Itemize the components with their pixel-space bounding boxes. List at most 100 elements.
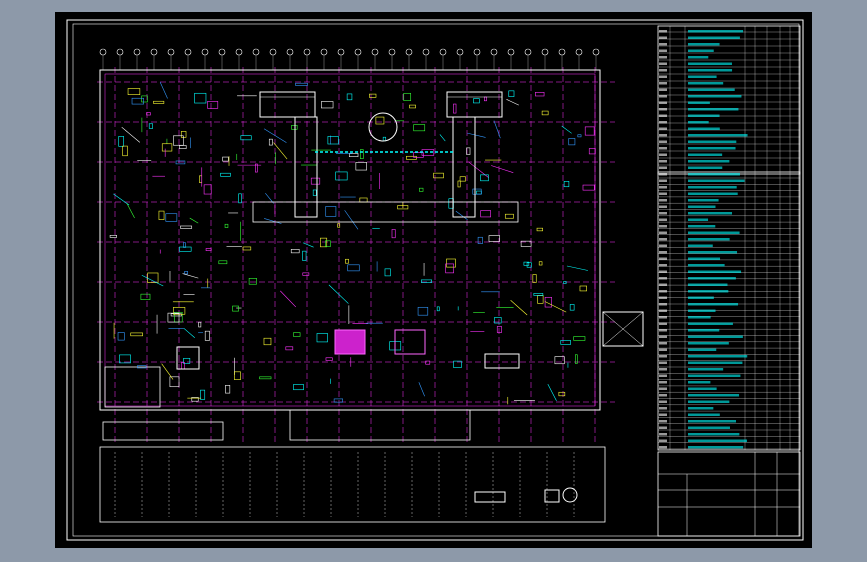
bom-text-block — [688, 342, 729, 345]
bom-text-block — [688, 407, 714, 410]
equipment-symbol — [582, 184, 595, 191]
equipment-symbol — [536, 227, 543, 232]
equipment-symbol — [203, 184, 212, 195]
pipe-segment — [302, 242, 314, 248]
bom-text-block — [659, 192, 667, 195]
equipment-symbol — [347, 264, 360, 272]
bom-text-block — [659, 82, 667, 85]
bom-text-block — [659, 355, 667, 358]
bom-text-block — [659, 101, 667, 104]
equipment-symbol — [538, 261, 543, 266]
equipment-symbol — [141, 95, 148, 103]
equipment-symbol — [584, 126, 595, 136]
bom-text-block — [688, 95, 742, 98]
equipment-symbol — [369, 93, 377, 98]
bom-text-block — [688, 394, 740, 397]
equipment-symbol — [179, 145, 187, 149]
floor-plan-drawing — [66, 19, 804, 541]
bom-text-block — [688, 303, 739, 306]
bom-text-block — [688, 173, 740, 176]
bom-text-block — [688, 147, 736, 150]
pipe-segment — [493, 120, 501, 139]
bom-text-block — [659, 231, 667, 234]
bom-text-block — [688, 212, 733, 215]
bom-text-block — [659, 36, 667, 39]
equipment-symbol — [224, 223, 229, 228]
bom-text-block — [688, 322, 733, 325]
equipment-symbol — [588, 148, 596, 155]
equipment-symbol — [302, 272, 310, 276]
bom-text-block — [659, 361, 667, 364]
pipe-segment — [159, 82, 168, 99]
pipe-segment — [182, 273, 199, 279]
equipment-symbol — [573, 336, 586, 341]
bom-text-block — [688, 114, 720, 117]
bom-text-block — [659, 400, 667, 403]
equipment-symbol — [204, 330, 210, 341]
bom-text-block — [659, 225, 667, 228]
bom-text-block — [688, 231, 740, 234]
bom-text-block — [688, 101, 710, 104]
bom-text-block — [659, 374, 667, 377]
equipment-symbol — [109, 235, 117, 238]
pipe-segment — [468, 161, 489, 178]
equipment-symbol — [346, 93, 353, 101]
equipment-symbol — [453, 103, 457, 114]
axis-bubble — [388, 48, 396, 56]
building-outline — [99, 69, 606, 523]
axis-bubble — [558, 48, 566, 56]
bom-text-block — [688, 160, 730, 163]
axis-bubble — [116, 48, 124, 56]
axis-bubble — [218, 48, 226, 56]
equipment-symbol — [568, 138, 576, 146]
cad-viewport[interactable] — [0, 0, 867, 562]
conveyor-towers — [252, 91, 519, 223]
bom-text-block — [688, 88, 735, 91]
bom-text-block — [688, 140, 737, 143]
bom-text-block — [659, 108, 667, 111]
equipment-symbol — [496, 326, 502, 333]
bom-text-block — [659, 114, 667, 117]
equipment-symbol — [335, 171, 348, 181]
bom-text-block — [659, 335, 667, 338]
equipment-symbol — [122, 145, 128, 157]
equipment-symbol — [579, 285, 587, 292]
axis-bubble — [405, 48, 413, 56]
equipment-symbol — [532, 274, 537, 283]
pipe-segment — [506, 99, 519, 106]
equipment-symbol — [119, 354, 131, 364]
equipment-symbol — [488, 235, 501, 242]
axis-bubble — [201, 48, 209, 56]
equipment-symbol — [312, 189, 317, 196]
equipment-symbol — [175, 160, 186, 165]
bom-text-block — [659, 387, 667, 390]
bom-text-block — [688, 69, 733, 72]
bom-text-block — [688, 43, 720, 46]
equipment-symbol — [291, 125, 298, 130]
equipment-symbol — [537, 295, 544, 304]
equipment-symbol — [480, 210, 491, 218]
bom-text-block — [688, 387, 717, 390]
bom-table-upper — [657, 25, 801, 175]
bom-text-block — [688, 420, 737, 423]
bom-text-block — [659, 407, 667, 410]
equipment-symbol — [446, 258, 456, 268]
equipment-symbol — [472, 188, 482, 195]
pipe-segment — [491, 165, 514, 173]
equipment-symbol — [127, 88, 141, 95]
bom-text-block — [659, 62, 667, 65]
equipment-symbol — [558, 391, 566, 397]
bom-text-block — [659, 433, 667, 436]
bom-text-block — [659, 381, 667, 384]
bom-text-block — [688, 374, 741, 377]
pipe-segment — [328, 284, 349, 304]
equipment-symbol — [263, 337, 272, 346]
central-equipment — [176, 311, 644, 503]
equipment-symbol — [391, 229, 396, 239]
bom-text-block — [688, 439, 748, 442]
bom-text-block — [659, 199, 667, 202]
axis-bubble — [303, 48, 311, 56]
equipment-symbol — [293, 332, 301, 337]
bom-text-block — [659, 394, 667, 397]
bom-text-block — [688, 329, 720, 332]
